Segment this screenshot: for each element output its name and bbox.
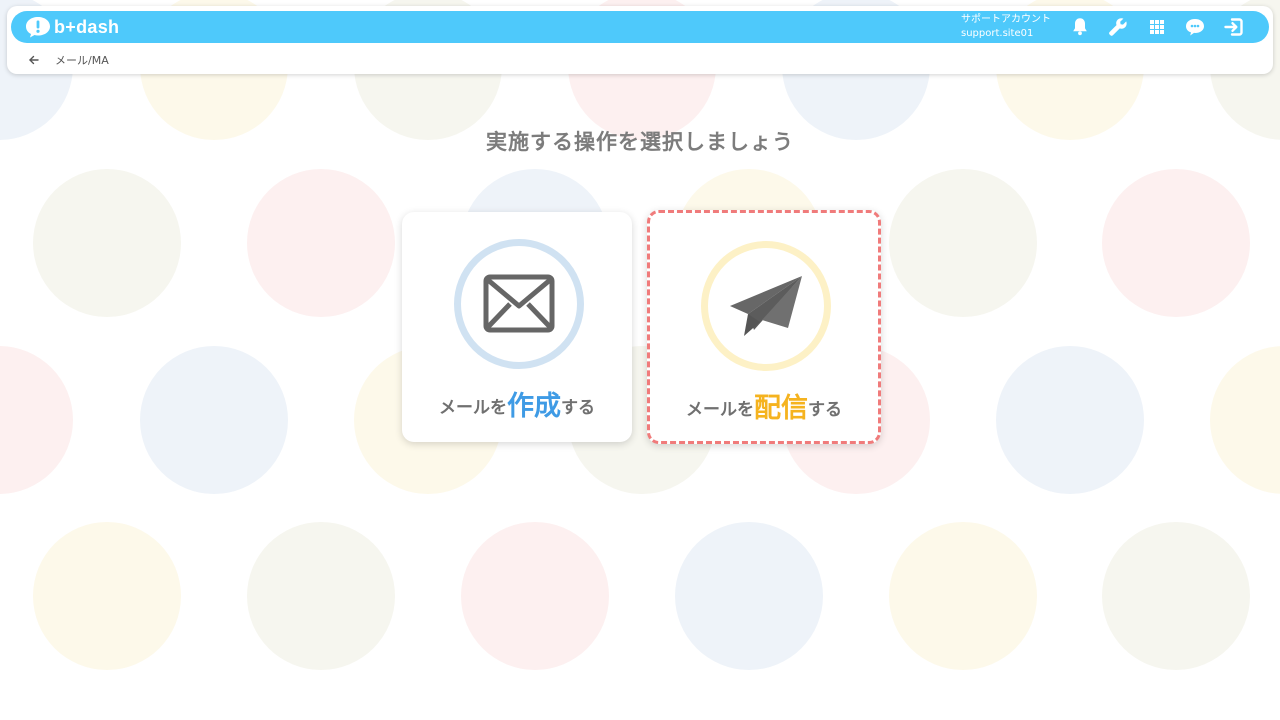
create-mail-label: メールを作成する: [402, 384, 632, 423]
breadcrumb: メール/MA: [27, 52, 109, 68]
logout-icon[interactable]: [1222, 15, 1246, 39]
page-title: 実施する操作を選択しましょう: [486, 130, 794, 154]
deliver-label-emphasis: 配信: [754, 393, 808, 424]
create-label-suffix: する: [561, 398, 595, 418]
paper-plane-icon: [730, 276, 802, 336]
logo-bubble-icon: [26, 17, 50, 38]
account-info[interactable]: サポートアカウント support.site01: [961, 13, 1051, 41]
create-icon-ring: [454, 239, 584, 369]
background-dots: [0, 0, 1280, 720]
deliver-label-suffix: する: [808, 400, 842, 420]
wrench-icon[interactable]: [1106, 15, 1130, 39]
deliver-icon-ring: [701, 241, 831, 371]
back-arrow-icon[interactable]: [27, 53, 41, 67]
header: b+dash サポートアカウント support.site01 メール/MA: [7, 6, 1273, 74]
chat-bubble-icon[interactable]: [1183, 15, 1207, 39]
deliver-mail-label: メールを配信する: [650, 386, 878, 425]
top-bar: b+dash サポートアカウント support.site01: [11, 11, 1269, 43]
envelope-icon: [483, 274, 555, 333]
logo-text: b+dash: [54, 17, 120, 37]
create-label-prefix: メールを: [439, 398, 507, 418]
bell-icon[interactable]: [1068, 15, 1092, 39]
account-name: サポートアカウント: [961, 14, 1051, 25]
create-label-emphasis: 作成: [507, 391, 561, 422]
app-logo[interactable]: b+dash: [25, 16, 119, 38]
grid-icon[interactable]: [1145, 15, 1169, 39]
breadcrumb-label[interactable]: メール/MA: [55, 52, 109, 68]
create-mail-card[interactable]: メールを作成する: [402, 212, 632, 442]
deliver-mail-card[interactable]: メールを配信する: [647, 210, 881, 444]
deliver-label-prefix: メールを: [686, 400, 754, 420]
account-site: support.site01: [961, 28, 1034, 39]
